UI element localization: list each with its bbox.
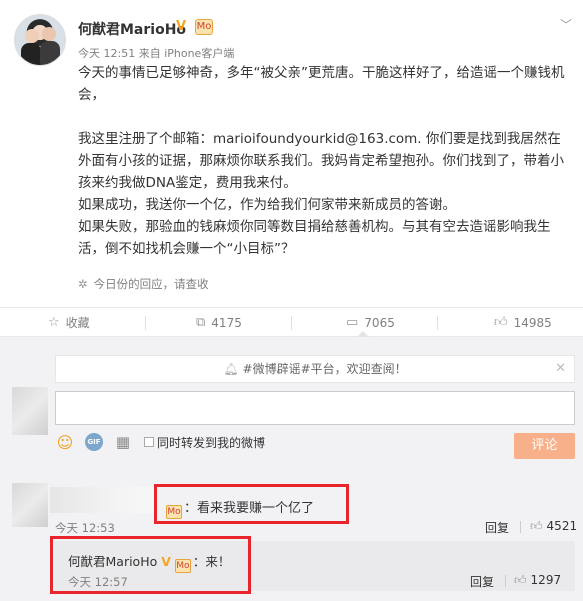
repost-button[interactable]: ⧉ 4175 xyxy=(196,308,242,338)
rumor-notice-text: #微博辟谣#平台，欢迎查阅！ xyxy=(242,362,407,376)
repost-icon: ⧉ xyxy=(196,315,206,330)
thumbs-up-icon: 👍︎ xyxy=(514,573,527,587)
highlight-box xyxy=(50,536,251,594)
also-repost-checkbox[interactable] xyxy=(144,437,154,447)
reply-note-text: 今日份的回应，请查收 xyxy=(93,277,209,291)
nested-like-button[interactable]: 👍︎ 1297 xyxy=(514,573,561,588)
commenter-name xyxy=(50,487,155,513)
comment-like-button[interactable]: 👍︎ 4521 xyxy=(530,519,577,534)
comment-input[interactable] xyxy=(55,391,575,425)
comment-reply-link[interactable]: 回复 xyxy=(485,519,509,536)
also-repost-label: 同时转发到我的微博 xyxy=(157,436,266,450)
panel-notch xyxy=(357,331,369,337)
like-button[interactable]: 👍︎ 14985 xyxy=(494,308,552,338)
reply-note: ✲ 今日份的回应，请查收 xyxy=(78,276,209,292)
close-icon[interactable]: ✕ xyxy=(555,356,566,382)
highlight-box xyxy=(154,484,349,524)
comment-button[interactable]: ▭ 7065 xyxy=(346,308,395,338)
weibo-post: 何猷君MarioHo V Mo ﹀ 今天 12:51 来自 iPhone客户端 … xyxy=(0,0,583,307)
author-name[interactable]: 何猷君MarioHo xyxy=(78,19,186,39)
emoji-icon[interactable]: ☺ xyxy=(55,432,75,452)
thumbs-up-icon: 👍︎ xyxy=(494,315,508,330)
nested-reply-link[interactable]: 回复 xyxy=(470,573,494,590)
post-body: 今天的事情已足够神奇，多年“被父亲”更荒唐。干脆这样好了，给造谣一个赚钱机会， … xyxy=(78,62,568,260)
rumor-notice[interactable]: 🔔︎ #微博辟谣#平台，欢迎查阅！ ✕ xyxy=(55,355,575,383)
comment-like-count: 4521 xyxy=(546,519,578,533)
post-meta: 今天 12:51 来自 iPhone客户端 xyxy=(78,47,235,60)
repost-count: 4175 xyxy=(211,316,242,330)
comment-time: 今天 12:53 xyxy=(55,521,115,535)
author-avatar[interactable] xyxy=(14,14,66,66)
bell-icon: 🔔︎ xyxy=(223,362,239,376)
image-icon[interactable]: ▦ xyxy=(113,432,133,452)
verified-icon: V xyxy=(176,19,187,34)
loading-icon: ✲ xyxy=(78,277,88,291)
action-bar: ☆ 收藏 ⧉ 4175 ▭ 7065 👍︎ 14985 xyxy=(0,307,583,337)
post-paragraph: 如果失败，那验血的钱麻烦你同等数目捐给慈善机构。与其有空去造谣影响我生活，倒不如… xyxy=(78,219,551,257)
favorite-label: 收藏 xyxy=(65,316,90,330)
post-paragraph: 今天的事情已足够神奇，多年“被父亲”更荒唐。干脆这样好了，给造谣一个赚钱机会， xyxy=(78,65,565,103)
favorite-button[interactable]: ☆ 收藏 xyxy=(48,308,90,338)
commenter-avatar xyxy=(12,483,48,527)
post-paragraph: 我这里注册了个邮箱：marioifoundyourkid@163.com. 你们… xyxy=(78,131,564,191)
my-avatar xyxy=(12,387,48,435)
gif-icon[interactable]: GIF xyxy=(84,432,104,452)
nested-like-count: 1297 xyxy=(530,573,562,587)
member-badge-icon[interactable]: Mo xyxy=(195,19,213,35)
like-count: 14985 xyxy=(513,316,552,330)
star-icon: ☆ xyxy=(48,315,60,330)
post-paragraph: 如果成功，我送你一个亿，作为给我们何家带来新成员的答谢。 xyxy=(78,197,456,213)
thumbs-up-icon: 👍︎ xyxy=(530,519,543,533)
chevron-down-icon[interactable]: ﹀ xyxy=(560,16,572,33)
submit-comment-button[interactable]: 评论 xyxy=(514,433,575,459)
